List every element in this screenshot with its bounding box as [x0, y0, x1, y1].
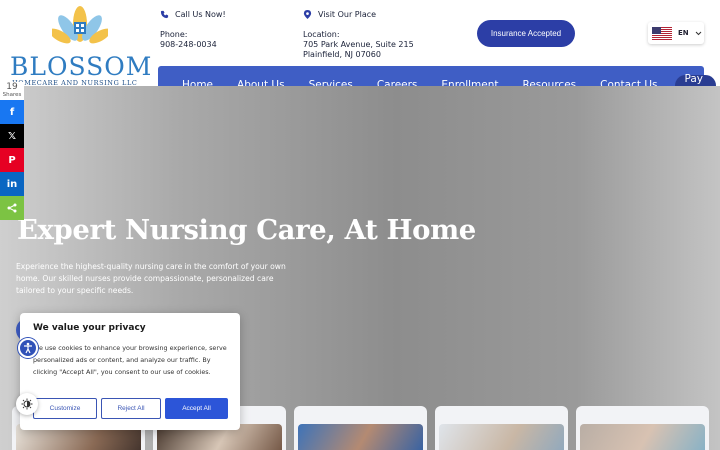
insurance-accepted-button[interactable]: Insurance Accepted — [477, 20, 575, 47]
logo-wordmark: BLOSSOM — [10, 52, 153, 81]
hero-description: Experience the highest-quality nursing c… — [16, 262, 286, 295]
facebook-share-button[interactable]: f — [0, 100, 24, 124]
cookie-title: We value your privacy — [33, 323, 146, 333]
cookie-body: We use cookies to enhance your browsing … — [33, 344, 227, 376]
accessibility-button[interactable] — [18, 338, 38, 358]
linkedin-icon: in — [6, 178, 18, 190]
service-card[interactable] — [435, 406, 568, 450]
pinterest-icon: P — [8, 154, 16, 166]
service-card-image — [439, 424, 564, 450]
address-line-2: Plainfield, NJ 07060 — [303, 50, 381, 59]
chevron-down-icon — [695, 31, 701, 35]
share-count-value: 19 — [6, 82, 18, 92]
hero-title: Expert Nursing Care, At Home — [17, 214, 476, 246]
facebook-icon: f — [9, 106, 15, 118]
lotus-logo-icon — [52, 6, 108, 44]
accessibility-icon — [24, 342, 32, 354]
pinterest-share-button[interactable]: P — [0, 148, 24, 172]
brightness-icon — [21, 398, 33, 410]
share-count: 19 Shares — [0, 82, 24, 100]
cookie-actions: Customize Reject All Accept All — [33, 398, 228, 419]
visit-contact: Visit Our Place Location: 705 Park Avenu… — [303, 10, 414, 60]
us-flag-icon — [652, 26, 672, 40]
language-selector[interactable]: EN — [648, 22, 704, 44]
location-label: Location: — [303, 30, 340, 39]
x-icon: 𝕏 — [7, 130, 17, 142]
share-count-label: Shares — [2, 92, 22, 98]
x-share-button[interactable]: 𝕏 — [0, 124, 24, 148]
phone-number[interactable]: 908-248-0034 — [160, 40, 226, 50]
call-heading: Call Us Now! — [175, 10, 226, 19]
customize-button[interactable]: Customize — [33, 398, 97, 419]
cookie-consent-banner: We value your privacy We use cookies to … — [20, 313, 240, 430]
social-share-bar: 19 Shares f 𝕏 P in — [0, 82, 24, 220]
service-card-image — [298, 424, 423, 450]
service-card[interactable] — [294, 406, 427, 450]
cookie-settings-button[interactable] — [16, 393, 38, 415]
accept-all-button[interactable]: Accept All — [165, 398, 228, 419]
language-code: EN — [678, 29, 689, 37]
service-card-image — [580, 424, 705, 450]
logo[interactable]: BLOSSOM HOMECARE AND NURSING LLC — [8, 4, 151, 87]
phone-icon — [160, 10, 169, 19]
phone-label: Phone: — [160, 30, 188, 39]
reject-all-button[interactable]: Reject All — [101, 398, 161, 419]
call-contact: Call Us Now! Phone: 908-248-0034 — [160, 10, 226, 50]
address-line-1: 705 Park Avenue, Suite 215 — [303, 40, 414, 49]
linkedin-share-button[interactable]: in — [0, 172, 24, 196]
map-pin-icon — [303, 10, 312, 19]
share-button[interactable] — [0, 196, 24, 220]
visit-heading: Visit Our Place — [318, 10, 377, 19]
service-card[interactable] — [576, 406, 709, 450]
share-icon — [7, 203, 17, 213]
